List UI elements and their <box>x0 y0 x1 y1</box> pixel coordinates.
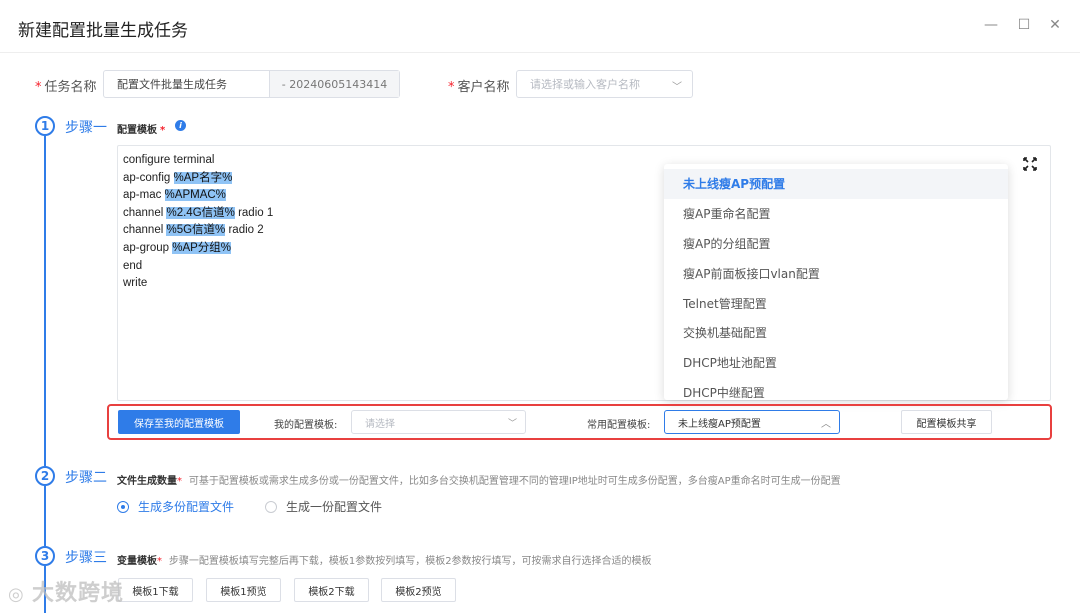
step1-title: 步骤一 <box>65 120 107 136</box>
dialog-title: 新建配置批量生成任务 <box>18 21 188 41</box>
task-name-label: * 任务名称 <box>35 80 97 95</box>
task-name-input[interactable]: 配置文件批量生成任务 <box>104 71 269 97</box>
task-name-field[interactable]: 配置文件批量生成任务 - 20240605143414 <box>103 70 400 98</box>
customer-placeholder: 请选择或输入客户名称 <box>530 78 640 91</box>
code-text: ap-mac <box>123 189 165 202</box>
info-icon[interactable]: i <box>175 120 186 131</box>
dropdown-option[interactable]: 瘦AP重命名配置 <box>664 199 1008 229</box>
chevron-up-icon: ︿ <box>821 419 831 430</box>
chevron-down-icon: ﹀ <box>672 82 682 93</box>
chevron-down-icon: ﹀ <box>507 419 517 429</box>
dropdown-option[interactable]: 交换机基础配置 <box>664 318 1008 348</box>
my-template-select[interactable]: 请选择 ﹀ <box>351 410 526 434</box>
code-line: channel %5G信道% radio 2 <box>123 222 273 240</box>
dropdown-option[interactable]: DHCP中继配置 <box>664 378 1008 400</box>
common-template-value: 未上线瘦AP预配置 <box>678 418 761 430</box>
common-template-label: 常用配置模板: <box>587 420 651 431</box>
step1-number: 1 <box>35 116 55 136</box>
code-variable: %2.4G信道% <box>166 206 235 219</box>
code-variable: %APMAC% <box>164 189 226 202</box>
option-single-label[interactable]: 生成一份配置文件 <box>286 498 382 515</box>
customer-select[interactable]: 请选择或输入客户名称 ﹀ <box>516 70 693 98</box>
dropdown-option[interactable]: Telnet管理配置 <box>664 288 1008 318</box>
share-template-button[interactable]: 配置模板共享 <box>901 410 992 434</box>
option-multi-label[interactable]: 生成多份配置文件 <box>138 498 234 515</box>
code-text: configure terminal <box>123 154 215 166</box>
step3-title: 步骤三 <box>65 550 107 566</box>
dropdown-option[interactable]: 未上线瘦AP预配置 <box>664 169 1008 199</box>
code-text: channel <box>123 224 167 237</box>
step-connector <box>44 486 46 546</box>
customer-label: * 客户名称 <box>448 80 510 95</box>
code-text: end <box>123 259 143 272</box>
code-line: ap-config %AP名字% <box>123 170 273 188</box>
radio-checked[interactable] <box>117 500 129 513</box>
watermark: ◎ 大数跨境 <box>8 581 124 606</box>
code-text: ap-config <box>123 171 174 184</box>
template1-preview-button[interactable]: 模板1预览 <box>206 578 281 602</box>
close-icon[interactable]: ✕ <box>1044 14 1066 36</box>
code-text: radio 2 <box>225 224 264 237</box>
code-line: ap-mac %APMAC% <box>123 187 273 205</box>
dropdown-option[interactable]: 瘦AP的分组配置 <box>664 229 1008 259</box>
maximize-icon[interactable]: ☐ <box>1013 14 1035 36</box>
my-template-label: 我的配置模板: <box>274 420 338 431</box>
template1-download-button[interactable]: 模板1下载 <box>118 578 193 602</box>
code-line: ap-group %AP分组% <box>123 240 273 258</box>
code-line: channel %2.4G信道% radio 1 <box>123 205 273 223</box>
code-text: write <box>123 277 148 290</box>
my-template-placeholder: 请选择 <box>365 418 395 430</box>
watermark-icon: ◎ <box>8 584 32 605</box>
common-template-dropdown[interactable]: 未上线瘦AP预配置 瘦AP重命名配置 瘦AP的分组配置 瘦AP前面板接口vlan配置 T… <box>664 164 1008 400</box>
code-variable: %5G信道% <box>166 224 226 237</box>
option-multi[interactable]: 生成多份配置文件 <box>117 498 234 515</box>
file-count-hint: 可基于配置模板或需求生成多份或一份配置文件，比如多台交换机配置管理不同的管理IP… <box>188 476 841 487</box>
code-text: channel <box>123 206 167 219</box>
variable-template-row: 变量模板* 步骤一配置模板填写完整后再下载，模板1参数按列填写，模板2参数按行填… <box>117 556 652 567</box>
header-divider <box>0 52 1080 53</box>
code-variable: %AP分组% <box>172 241 232 254</box>
code-text: radio 1 <box>234 206 274 219</box>
minimize-icon[interactable]: — <box>980 14 1002 36</box>
code-variable: %AP名字% <box>173 171 233 184</box>
variable-template-label: 变量模板 <box>117 556 157 567</box>
template2-download-button[interactable]: 模板2下载 <box>294 578 369 602</box>
template2-preview-button[interactable]: 模板2预览 <box>381 578 456 602</box>
task-name-suffix: - 20240605143414 <box>269 71 399 97</box>
code-line: write <box>123 275 273 293</box>
file-count-row: 文件生成数量* 可基于配置模板或需求生成多份或一份配置文件，比如多台交换机配置管… <box>117 476 841 487</box>
code-text: ap-group <box>123 241 173 254</box>
step-connector <box>44 136 46 466</box>
template-label: 配置模板 * <box>117 125 166 136</box>
dropdown-option[interactable]: 瘦AP前面板接口vlan配置 <box>664 258 1008 288</box>
common-template-select[interactable]: 未上线瘦AP预配置 ︿ <box>664 410 840 434</box>
code-line: end <box>123 258 273 276</box>
step2-number: 2 <box>35 466 55 486</box>
option-single[interactable]: 生成一份配置文件 <box>265 498 382 515</box>
radio-unchecked[interactable] <box>265 500 277 513</box>
file-count-label: 文件生成数量 <box>117 476 177 487</box>
variable-template-hint: 步骤一配置模板填写完整后再下载，模板1参数按列填写，模板2参数按行填写，可按需求… <box>168 556 652 567</box>
save-template-button[interactable]: 保存至我的配置模板 <box>118 410 240 434</box>
template-code[interactable]: configure terminal ap-config %AP名字% ap-mac… <box>123 152 273 293</box>
step2-title: 步骤二 <box>65 470 107 486</box>
fullscreen-icon[interactable] <box>1021 155 1039 173</box>
dropdown-option[interactable]: DHCP地址池配置 <box>664 348 1008 378</box>
code-line: configure terminal <box>123 152 273 170</box>
step3-number: 3 <box>35 546 55 566</box>
